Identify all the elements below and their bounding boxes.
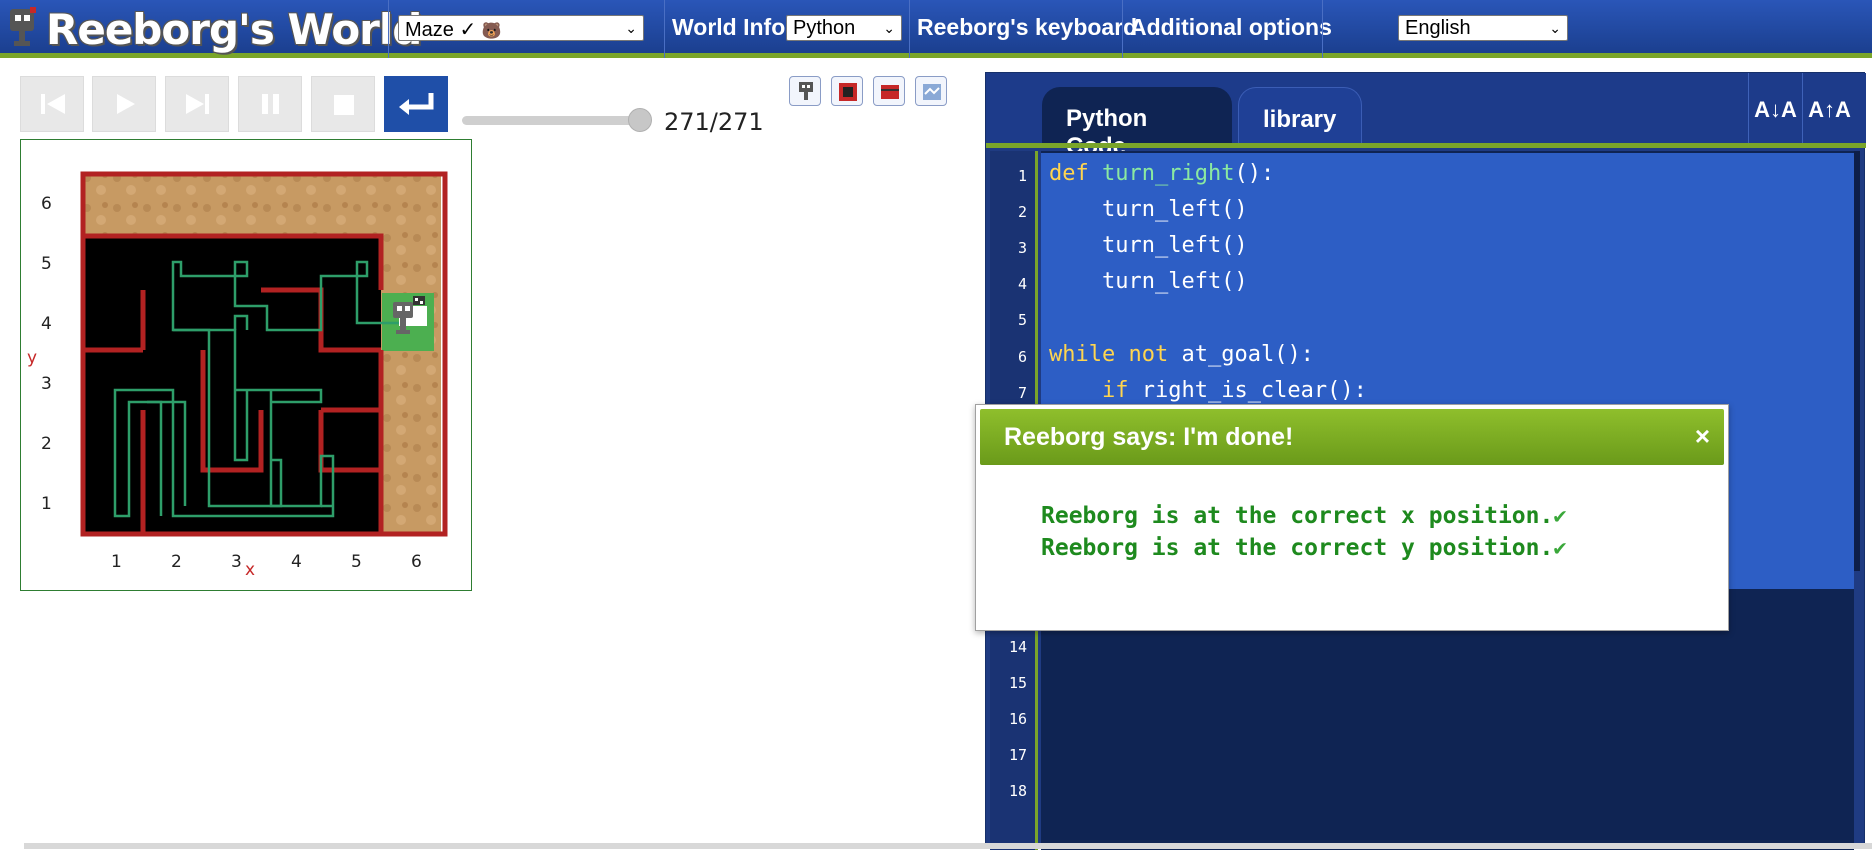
code-line: turn_left() xyxy=(1049,233,1248,258)
code-line: turn_left() xyxy=(1049,269,1248,294)
tab-python-code[interactable]: Python Code xyxy=(1042,87,1232,160)
chevron-down-icon: ⌄ xyxy=(625,20,637,36)
dialog-message-text: Reeborg is at the correct y position. xyxy=(1041,535,1554,561)
y-tick: 3 xyxy=(41,374,52,394)
maze-world xyxy=(80,171,448,537)
y-axis-label: y xyxy=(27,348,38,368)
x-tick: 1 xyxy=(111,552,122,572)
step-counter: 271/271 xyxy=(664,108,764,136)
line-number: 2 xyxy=(1017,203,1027,221)
robot-icon xyxy=(799,82,813,100)
checkmark-icon: ✔ xyxy=(1553,504,1567,529)
map-icon xyxy=(923,84,941,100)
line-number: 16 xyxy=(1008,710,1027,728)
robot-tool-button[interactable] xyxy=(789,76,821,106)
line-number: 4 xyxy=(1017,275,1027,293)
world-canvas: 6 5 4 3 2 1 y 1 2 3 4 5 6 x xyxy=(20,139,472,591)
walls-icon xyxy=(881,85,899,99)
top-menu-bar: Reeborg's World Maze ✓ 🐻 ⌄ World Info Py… xyxy=(0,0,1872,58)
walls-tool-button[interactable] xyxy=(873,76,905,106)
chevron-down-icon: ⌄ xyxy=(883,20,895,36)
line-number: 14 xyxy=(1008,638,1027,656)
x-tick: 2 xyxy=(171,552,182,572)
language-select-value: Python xyxy=(793,17,856,39)
step-button[interactable] xyxy=(165,76,229,132)
reeborg-keyboard-link[interactable]: Reeborg's keyboard xyxy=(917,14,1137,41)
x-tick: 4 xyxy=(291,552,302,572)
code-line: def turn_right(): xyxy=(1049,161,1275,186)
code-line: while not at_goal(): xyxy=(1049,342,1314,367)
pause-icon xyxy=(262,94,279,114)
dialog-titlebar: Reeborg says: I'm done! × xyxy=(980,409,1724,465)
y-tick: 6 xyxy=(41,194,52,214)
dialog-message-x: Reeborg is at the correct x position.✔ xyxy=(1041,503,1567,529)
chevron-down-icon: ⌄ xyxy=(1549,20,1561,36)
return-icon xyxy=(399,93,434,115)
return-button[interactable] xyxy=(384,76,448,132)
history-slider-thumb[interactable] xyxy=(628,108,652,132)
line-number: 15 xyxy=(1008,674,1027,692)
font-decrease-button[interactable]: A↓A xyxy=(1748,73,1802,143)
line-number: 1 xyxy=(1017,167,1027,185)
stop-button[interactable] xyxy=(311,76,375,132)
world-tool-button[interactable] xyxy=(831,76,863,106)
logo-text: Reeborg's World xyxy=(46,4,422,54)
reload-icon xyxy=(41,94,65,114)
editor-tab-bar: Python Code library A↓A A↑A xyxy=(986,73,1866,160)
x-tick: 5 xyxy=(351,552,362,572)
world-select-value: Maze ✓ xyxy=(405,19,477,41)
y-tick: 1 xyxy=(41,494,52,514)
map-tool-button[interactable] xyxy=(915,76,947,106)
code-line: if right_is_clear(): xyxy=(1101,378,1367,403)
history-slider[interactable] xyxy=(462,116,642,125)
play-icon xyxy=(117,94,135,114)
world-select[interactable]: Maze ✓ 🐻 ⌄ xyxy=(398,15,644,41)
reload-button[interactable] xyxy=(20,76,84,132)
close-icon[interactable]: × xyxy=(1695,421,1710,452)
x-tick: 3 xyxy=(231,552,242,572)
run-button[interactable] xyxy=(92,76,156,132)
reeborg-done-dialog: Reeborg says: I'm done! × Reeborg is at … xyxy=(975,404,1729,631)
language-select[interactable]: Python ⌄ xyxy=(786,15,902,41)
page-horizontal-scrollbar[interactable] xyxy=(24,843,1872,849)
dialog-message-text: Reeborg is at the correct x position. xyxy=(1041,503,1554,529)
x-axis-label: x xyxy=(245,560,256,580)
font-increase-button[interactable]: A↑A xyxy=(1802,73,1856,143)
code-line: turn_left() xyxy=(1049,197,1248,222)
y-tick: 5 xyxy=(41,254,52,274)
world-info-link[interactable]: World Info xyxy=(672,14,785,41)
logo: Reeborg's World xyxy=(6,4,422,54)
step-icon xyxy=(186,94,209,114)
x-tick: 6 xyxy=(411,552,422,572)
line-number: 7 xyxy=(1017,384,1027,402)
tab-library[interactable]: library xyxy=(1238,87,1362,147)
editor-scrollbar[interactable] xyxy=(1854,151,1860,571)
reeborg-logo-icon xyxy=(10,7,36,46)
maze-mascot-icon: 🐻 xyxy=(481,23,502,40)
line-number: 3 xyxy=(1017,239,1027,257)
y-tick: 2 xyxy=(41,434,52,454)
world-grid-icon xyxy=(839,83,857,101)
line-number: 18 xyxy=(1008,782,1027,800)
pause-button[interactable] xyxy=(238,76,302,132)
line-number: 6 xyxy=(1017,348,1027,366)
dialog-title: Reeborg says: I'm done! xyxy=(1004,423,1294,451)
checkmark-icon: ✔ xyxy=(1553,536,1567,561)
dialog-message-y: Reeborg is at the correct y position.✔ xyxy=(1041,535,1567,561)
y-tick: 4 xyxy=(41,314,52,334)
ui-language-select[interactable]: English ⌄ xyxy=(1398,15,1568,41)
stop-icon xyxy=(334,95,354,115)
line-number: 17 xyxy=(1008,746,1027,764)
maze-floor xyxy=(81,236,381,532)
ui-language-select-value: English xyxy=(1405,17,1471,39)
additional-options-link[interactable]: Additional options xyxy=(1130,14,1332,41)
line-number: 5 xyxy=(1017,311,1027,329)
